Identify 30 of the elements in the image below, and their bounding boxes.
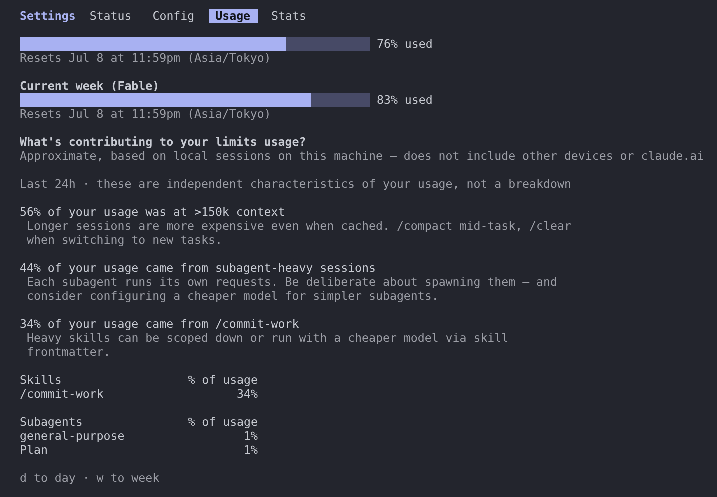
insight-title: 34% of your usage came from /commit-work <box>20 317 300 331</box>
table-cell-text: Plan <box>20 443 49 457</box>
tab[interactable]: Status <box>82 9 139 23</box>
tab[interactable]: Stats <box>264 9 314 23</box>
table-cell-text: general-purpose <box>20 429 126 443</box>
insight-text: Heavy skills can be scoped down or run with a cheaper model via skill frontmatter. <box>26 331 509 359</box>
section-note: Approximate, based on local sessions on this machine — does not include other devices or claude.ai <box>20 149 704 163</box>
table-cell-text: 34% <box>236 387 258 401</box>
insight-text: Longer sessions are more expensive even when cached. /compact mid-task, /clear when switching to new tasks. <box>26 219 572 247</box>
period-note: Last 24h · these are independent characteristics of your usage, not a breakdown <box>20 177 572 191</box>
reset-time: Resets Jul 8 at 11:59pm (Asia/Tokyo) <box>20 107 272 121</box>
table-cell-text: 1% <box>243 443 258 457</box>
usage-reading: 83% used <box>377 93 433 107</box>
column-header: Skills <box>20 373 63 387</box>
reset-time: Resets Jul 8 at 11:59pm (Asia/Tokyo) <box>20 51 272 65</box>
settings-title: Settings <box>20 9 76 23</box>
key-hint: d to day · w to week <box>20 471 160 485</box>
table-cell-text: 1% <box>243 429 258 443</box>
tab[interactable]: Config <box>146 9 202 23</box>
usage-reading: 76% used <box>377 37 433 51</box>
insight-title: 56% of your usage was at >150k context <box>20 205 286 219</box>
column-header: % of usage <box>188 373 258 387</box>
section-heading: What's contributing to your limits usage? <box>20 135 306 149</box>
tab[interactable]: Usage <box>208 9 258 23</box>
meter-title: Current week (Fable) <box>20 79 160 93</box>
insight-title: 44% of your usage came from subagent-heavy sessions <box>20 261 376 275</box>
column-header: % of usage <box>188 415 258 429</box>
insight-text: Each subagent runs its own requests. Be deliberate about spawning them — and consider configuring a cheaper model for simpler subagents. <box>26 275 558 303</box>
column-header: Subagents <box>20 415 84 429</box>
table-cell-text: /commit-work <box>20 387 105 401</box>
